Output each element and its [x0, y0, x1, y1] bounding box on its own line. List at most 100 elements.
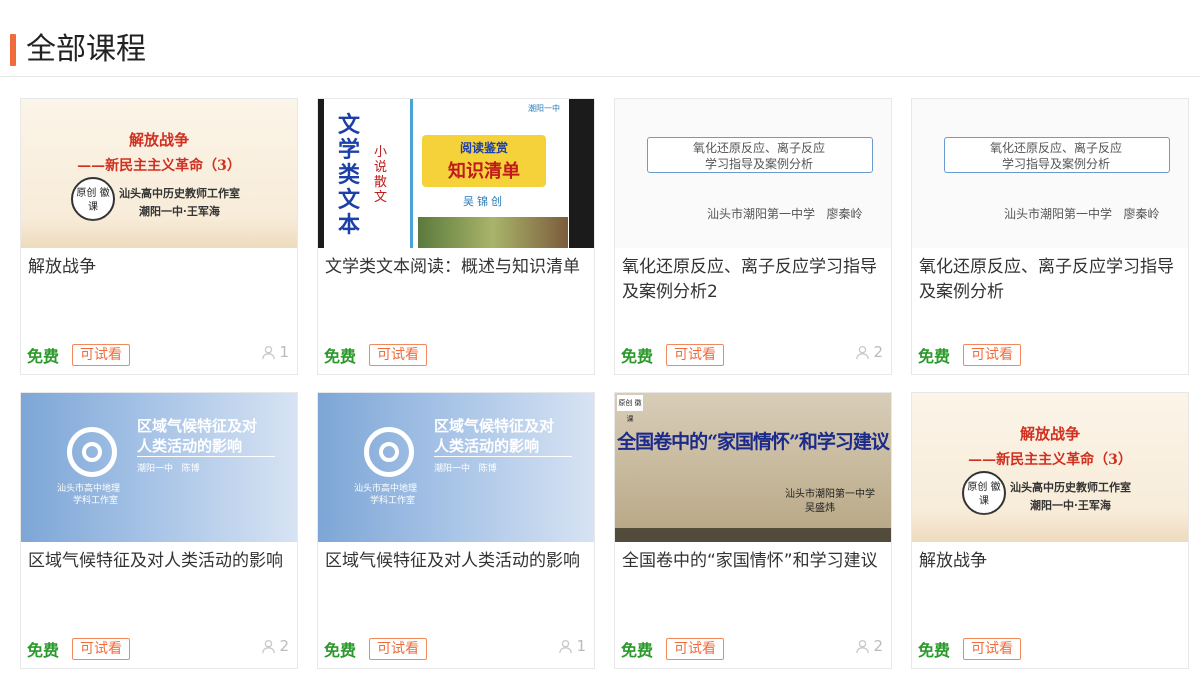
trial-badge[interactable]: 可试看	[72, 344, 130, 366]
course-title[interactable]: 全国卷中的“家国情怀”和学习建议	[622, 549, 886, 574]
thumb-logo: 潮阳一中	[528, 104, 560, 113]
price-label: 免费	[918, 641, 951, 660]
course-thumbnail[interactable]: 文学类文本 小说 散文 潮阳一中 阅读鉴赏 知识清单 吴锦创	[318, 99, 594, 248]
thumb-line2: ——新民主主义革命（3）	[77, 158, 241, 174]
thumb-line3: 汕头高中历史教师工作室	[1010, 481, 1131, 494]
thumb-line4: 知识清单	[448, 161, 520, 182]
price-label: 免费	[621, 347, 654, 366]
trial-badge[interactable]: 可试看	[369, 344, 427, 366]
thumb-logo: 原创 徽课	[71, 177, 115, 221]
thumb-line1: 氧化还原反应、离子反应	[989, 141, 1122, 155]
thumb-line2: 学习指导及案例分析	[704, 157, 813, 171]
thumb-line3: 吴盛炜	[805, 503, 835, 514]
trial-badge[interactable]: 可试看	[666, 344, 724, 366]
person-icon	[855, 345, 870, 360]
course-thumbnail[interactable]: 汕头市高中地理 学科工作室 区域气候特征及对 人类活动的影响 潮阳一中 陈博	[21, 393, 297, 542]
thumb-line2: 汕头市潮阳第一中学	[785, 489, 875, 500]
thumb-line4: 潮阳一中·王军海	[139, 205, 220, 218]
thumb-line1: 区域气候特征及对	[434, 417, 555, 435]
person-icon	[855, 639, 870, 654]
thumb-line1: 解放战争	[1019, 425, 1080, 443]
student-count-value: 2	[873, 343, 883, 361]
section-accent-bar	[10, 34, 16, 66]
thumb-line1: 文学类文本	[338, 112, 361, 238]
course-thumbnail[interactable]: 氧化还原反应、离子反应 学习指导及案例分析 汕头市潮阳第一中学 廖秦岭	[615, 99, 891, 248]
course-card[interactable]: 解放战争 ——新民主主义革命（3） 原创 徽课 汕头高中历史教师工作室 潮阳一中…	[20, 98, 298, 375]
course-title[interactable]: 区域气候特征及对人类活动的影响	[28, 549, 292, 574]
thumb-swirl-icon	[364, 427, 414, 477]
student-count-value: 2	[279, 637, 289, 655]
student-count: 2	[855, 343, 883, 361]
course-title[interactable]: 氧化还原反应、离子反应学习指导及案例分析	[919, 255, 1183, 305]
thumb-line3: 阅读鉴赏	[459, 141, 508, 155]
course-card[interactable]: 汕头市高中地理 学科工作室 区域气候特征及对 人类活动的影响 潮阳一中 陈博 区…	[317, 392, 595, 669]
trial-badge[interactable]: 可试看	[72, 638, 130, 660]
thumb-player-bar	[615, 528, 891, 542]
thumb-line2: 人类活动的影响	[137, 437, 243, 455]
thumb-line4: 潮阳一中·王军海	[1030, 499, 1111, 512]
trial-badge[interactable]: 可试看	[666, 638, 724, 660]
trial-badge[interactable]: 可试看	[963, 638, 1021, 660]
course-card[interactable]: 氧化还原反应、离子反应 学习指导及案例分析 汕头市潮阳第一中学 廖秦岭 氧化还原…	[911, 98, 1189, 375]
thumb-line1: 全国卷中的“家国情怀”和学习建议	[617, 431, 890, 453]
person-icon	[261, 639, 276, 654]
thumb-line5: 学科工作室	[73, 496, 119, 506]
course-card[interactable]: 原创 徽课 全国卷中的“家国情怀”和学习建议 汕头市潮阳第一中学 吴盛炜 全国卷…	[614, 392, 892, 669]
price-label: 免费	[27, 641, 60, 660]
course-card[interactable]: 解放战争 ——新民主主义革命（3） 原创 徽课 汕头高中历史教师工作室 潮阳一中…	[911, 392, 1189, 669]
course-thumbnail[interactable]: 氧化还原反应、离子反应 学习指导及案例分析 汕头市潮阳第一中学 廖秦岭	[912, 99, 1188, 248]
course-title[interactable]: 解放战争	[28, 255, 292, 280]
trial-badge[interactable]: 可试看	[963, 344, 1021, 366]
thumb-logo: 原创 徽课	[617, 395, 643, 423]
course-thumbnail[interactable]: 汕头市高中地理 学科工作室 区域气候特征及对 人类活动的影响 潮阳一中 陈博	[318, 393, 594, 542]
student-count: 1	[261, 343, 289, 361]
course-card[interactable]: 文学类文本 小说 散文 潮阳一中 阅读鉴赏 知识清单 吴锦创 文学类文本阅读：概…	[317, 98, 595, 375]
thumb-underline	[137, 456, 275, 457]
student-count: 2	[855, 637, 883, 655]
course-title[interactable]: 氧化还原反应、离子反应学习指导及案例分析2	[622, 255, 886, 305]
course-title[interactable]: 文学类文本阅读：概述与知识清单	[325, 255, 589, 280]
thumb-logo: 原创 徽课	[962, 471, 1006, 515]
thumb-line2: 小说 散文	[374, 145, 388, 205]
thumb-line2: 学习指导及案例分析	[1001, 157, 1110, 171]
student-count: 1	[558, 637, 586, 655]
course-title[interactable]: 区域气候特征及对人类活动的影响	[325, 549, 589, 574]
thumb-line3: 潮阳一中 陈博	[137, 464, 200, 474]
price-label: 免费	[918, 347, 951, 366]
trial-badge[interactable]: 可试看	[369, 638, 427, 660]
course-thumbnail[interactable]: 原创 徽课 全国卷中的“家国情怀”和学习建议 汕头市潮阳第一中学 吴盛炜	[615, 393, 891, 542]
course-thumbnail[interactable]: 解放战争 ——新民主主义革命（3） 原创 徽课 汕头高中历史教师工作室 潮阳一中…	[912, 393, 1188, 542]
course-title[interactable]: 解放战争	[919, 549, 1183, 574]
thumb-line3: 汕头市潮阳第一中学 廖秦岭	[707, 207, 863, 221]
thumb-swirl-icon	[67, 427, 117, 477]
price-label: 免费	[27, 347, 60, 366]
thumb-photo	[418, 217, 568, 248]
thumb-line3: 潮阳一中 陈博	[434, 464, 497, 474]
thumb-mountains	[912, 512, 1188, 542]
thumb-line3: 汕头高中历史教师工作室	[119, 187, 240, 200]
student-count-value: 1	[576, 637, 586, 655]
price-label: 免费	[621, 641, 654, 660]
section-title: 全部课程	[26, 32, 146, 67]
thumb-line5: 学科工作室	[370, 496, 416, 506]
person-icon	[558, 639, 573, 654]
thumb-line2: ——新民主主义革命（3）	[968, 452, 1132, 468]
thumb-line1: 解放战争	[128, 131, 189, 149]
course-card[interactable]: 汕头市高中地理 学科工作室 区域气候特征及对 人类活动的影响 潮阳一中 陈博 区…	[20, 392, 298, 669]
thumb-divider	[410, 99, 413, 248]
thumb-mountains	[21, 218, 297, 248]
thumb-underline	[434, 456, 572, 457]
thumb-line2: 人类活动的影响	[434, 437, 540, 455]
person-icon	[261, 345, 276, 360]
price-label: 免费	[324, 641, 357, 660]
thumb-line1: 氧化还原反应、离子反应	[692, 141, 825, 155]
thumb-line3: 汕头市潮阳第一中学 廖秦岭	[1004, 207, 1160, 221]
price-label: 免费	[324, 347, 357, 366]
course-card[interactable]: 氧化还原反应、离子反应 学习指导及案例分析 汕头市潮阳第一中学 廖秦岭 氧化还原…	[614, 98, 892, 375]
student-count-value: 1	[279, 343, 289, 361]
student-count-value: 2	[873, 637, 883, 655]
student-count: 2	[261, 637, 289, 655]
section-header: 全部课程	[0, 0, 1200, 77]
thumb-line5: 吴锦创	[463, 195, 505, 208]
course-thumbnail[interactable]: 解放战争 ——新民主主义革命（3） 原创 徽课 汕头高中历史教师工作室 潮阳一中…	[21, 99, 297, 248]
